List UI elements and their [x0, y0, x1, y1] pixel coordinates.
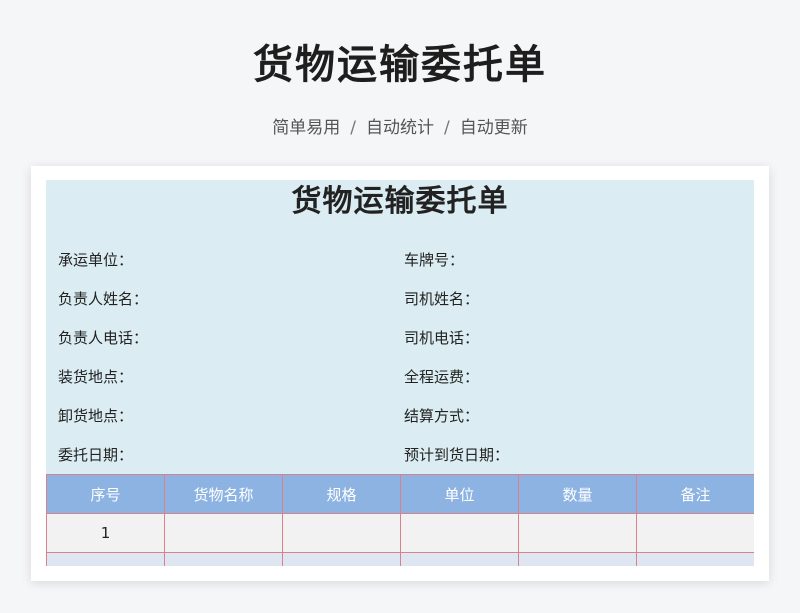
table-cell[interactable]: [518, 513, 637, 553]
subtitle-item: 自动更新: [459, 118, 528, 138]
field-plate-number[interactable]: 车牌号：: [404, 249, 464, 270]
subtitle: 简单易用 / 自动统计 / 自动更新: [0, 113, 800, 138]
table-cell[interactable]: 2: [46, 552, 165, 566]
field-total-freight[interactable]: 全程运费：: [404, 366, 479, 387]
page-title: 货物运输委托单: [253, 42, 547, 88]
table-cell[interactable]: [518, 552, 637, 566]
table-cell[interactable]: [636, 513, 754, 553]
field-manager-phone[interactable]: 负责人电话：: [58, 327, 148, 348]
table-row: 2: [46, 552, 754, 566]
field-driver-name[interactable]: 司机姓名：: [404, 288, 479, 309]
goods-table: 序号 货物名称 规格 单位 数量 备注 1 2: [46, 474, 754, 566]
form-title: 货物运输委托单: [291, 184, 509, 219]
field-carrier[interactable]: 承运单位：: [58, 249, 133, 270]
column-header-spec: 规格: [282, 474, 401, 514]
document-preview-card: 货物运输委托单 承运单位： 负责人姓名： 负责人电话： 装货地点： 卸货地点： …: [31, 166, 769, 581]
table-cell[interactable]: [164, 513, 283, 553]
field-loading-place[interactable]: 装货地点：: [58, 366, 133, 387]
table-row: 1: [46, 513, 754, 553]
column-header-goods-name: 货物名称: [164, 474, 283, 514]
column-header-quantity: 数量: [518, 474, 637, 514]
subtitle-separator: /: [444, 118, 450, 138]
field-unloading-place[interactable]: 卸货地点：: [58, 405, 133, 426]
field-manager-name[interactable]: 负责人姓名：: [58, 288, 148, 309]
field-expected-arrival[interactable]: 预计到货日期：: [404, 444, 509, 465]
table-header-row: 序号 货物名称 规格 单位 数量 备注: [46, 474, 754, 514]
spreadsheet-sheet: 货物运输委托单 承运单位： 负责人姓名： 负责人电话： 装货地点： 卸货地点： …: [46, 180, 754, 566]
table-cell[interactable]: 1: [46, 513, 165, 553]
table-cell[interactable]: [282, 513, 401, 553]
field-entrust-date[interactable]: 委托日期：: [58, 444, 133, 465]
subtitle-separator: /: [350, 118, 356, 138]
table-cell[interactable]: [164, 552, 283, 566]
subtitle-item: 简单易用: [272, 118, 341, 138]
field-settlement-method[interactable]: 结算方式：: [404, 405, 479, 426]
table-cell[interactable]: [400, 552, 519, 566]
field-driver-phone[interactable]: 司机电话：: [404, 327, 479, 348]
table-cell[interactable]: [282, 552, 401, 566]
column-header-index: 序号: [46, 474, 165, 514]
table-cell[interactable]: [400, 513, 519, 553]
form-header-area: 货物运输委托单 承运单位： 负责人姓名： 负责人电话： 装货地点： 卸货地点： …: [46, 180, 754, 474]
table-cell[interactable]: [636, 552, 754, 566]
subtitle-item: 自动统计: [366, 118, 434, 138]
column-header-remark: 备注: [636, 474, 754, 514]
column-header-unit: 单位: [400, 474, 519, 514]
